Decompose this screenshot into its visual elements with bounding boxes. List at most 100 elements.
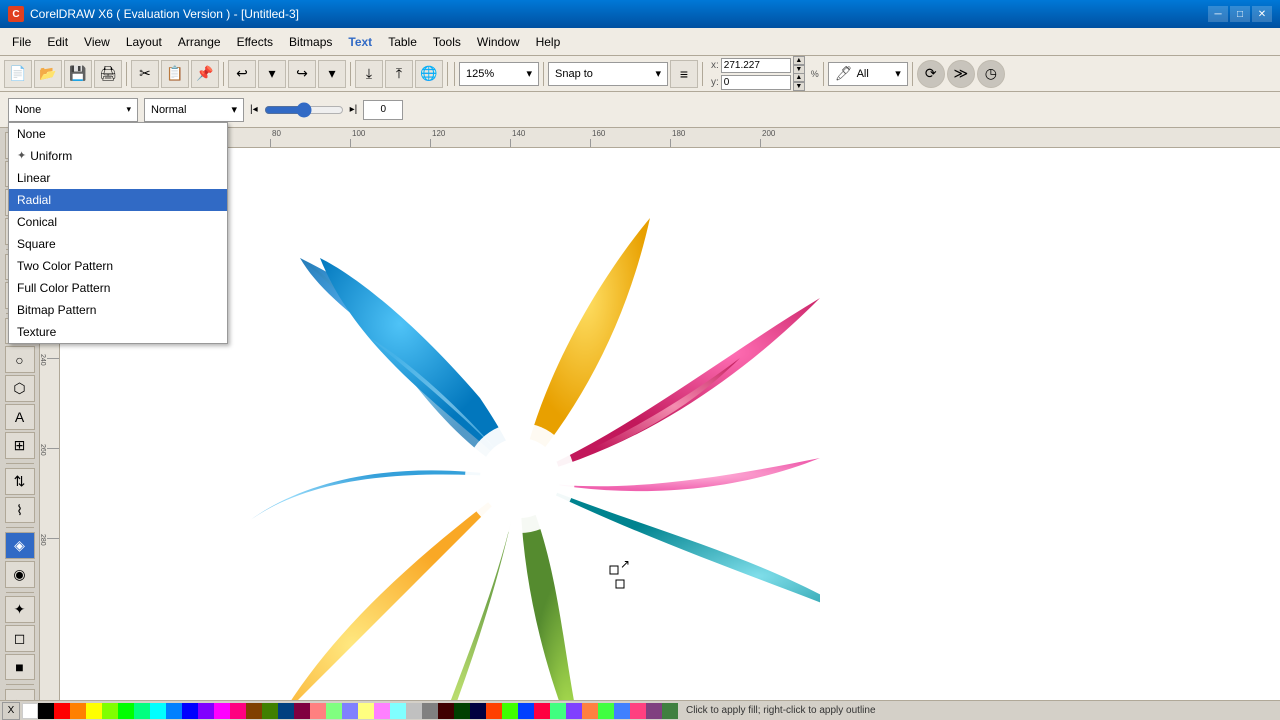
swatch-violet[interactable]: [566, 703, 582, 719]
table-tool[interactable]: ⊞: [5, 432, 35, 459]
swatch-olive[interactable]: [262, 703, 278, 719]
snap-to-dropdown[interactable]: Snap to ▾: [548, 62, 668, 86]
fill-option-square[interactable]: Square: [9, 233, 227, 255]
maximize-button[interactable]: □: [1230, 6, 1250, 22]
swatch-chartreuse[interactable]: [502, 703, 518, 719]
swatch-peach[interactable]: [582, 703, 598, 719]
swatch-coral[interactable]: [486, 703, 502, 719]
minimize-button[interactable]: ─: [1208, 6, 1228, 22]
y-coord-input[interactable]: [721, 75, 791, 90]
swatch-red[interactable]: [54, 703, 70, 719]
undo-button[interactable]: ↩: [228, 60, 256, 88]
interactive-fill-tool[interactable]: ◈: [5, 532, 35, 559]
menu-bitmaps[interactable]: Bitmaps: [281, 31, 340, 53]
menu-arrange[interactable]: Arrange: [170, 31, 229, 53]
menu-layout[interactable]: Layout: [118, 31, 170, 53]
swatch-mint[interactable]: [134, 703, 150, 719]
swatch-periwinkle[interactable]: [614, 703, 630, 719]
menu-table[interactable]: Table: [380, 31, 425, 53]
swatch-yellow[interactable]: [86, 703, 102, 719]
fill-option-radial[interactable]: Radial: [9, 189, 227, 211]
menu-file[interactable]: File: [4, 31, 39, 53]
swatch-magenta[interactable]: [214, 703, 230, 719]
eyedropper-tool[interactable]: ✦: [5, 596, 35, 623]
fill-dropdown-button[interactable]: None ▾: [8, 98, 138, 122]
print-button[interactable]: 🖨: [94, 60, 122, 88]
swatch-dark-blue[interactable]: [470, 703, 486, 719]
y-spin-down[interactable]: ▼: [793, 82, 805, 91]
circle-btn-1[interactable]: ⟳: [917, 60, 945, 88]
swatch-gray[interactable]: [422, 703, 438, 719]
smart-fill-tool[interactable]: ◉: [5, 561, 35, 588]
swatch-light-green[interactable]: [326, 703, 342, 719]
menu-text[interactable]: Text: [340, 31, 380, 53]
fill-option-linear[interactable]: Linear: [9, 167, 227, 189]
color-fill-tool[interactable]: ■: [5, 654, 35, 681]
x-coord-input[interactable]: [721, 58, 791, 73]
x-spin-up[interactable]: ▲: [793, 56, 805, 65]
swatch-blue[interactable]: [182, 703, 198, 719]
swatch-navy[interactable]: [278, 703, 294, 719]
circle-btn-3[interactable]: ◷: [977, 60, 1005, 88]
angle-input[interactable]: [363, 100, 403, 120]
swatch-green[interactable]: [118, 703, 134, 719]
parallel-tool[interactable]: ⇅: [5, 468, 35, 495]
swatch-orange[interactable]: [70, 703, 86, 719]
menu-window[interactable]: Window: [469, 31, 528, 53]
fill-option-texture[interactable]: Texture: [9, 321, 227, 343]
swatch-sky[interactable]: [166, 703, 182, 719]
menu-help[interactable]: Help: [528, 31, 569, 53]
connector-tool[interactable]: ⌇: [5, 497, 35, 524]
import-button[interactable]: ⤓: [355, 60, 383, 88]
no-fill-swatch[interactable]: X: [2, 702, 20, 720]
swatch-silver[interactable]: [406, 703, 422, 719]
menu-edit[interactable]: Edit: [39, 31, 76, 53]
swatch-dark-green[interactable]: [454, 703, 470, 719]
publish-button[interactable]: 🌐: [415, 60, 443, 88]
open-button[interactable]: 📂: [34, 60, 62, 88]
swatch-white[interactable]: [22, 703, 38, 719]
swatch-light-magenta[interactable]: [374, 703, 390, 719]
text-tool[interactable]: A: [5, 404, 35, 431]
save-button[interactable]: 💾: [64, 60, 92, 88]
menu-tools[interactable]: Tools: [425, 31, 469, 53]
fill-option-none[interactable]: None: [9, 123, 227, 145]
swatch-purple[interactable]: [198, 703, 214, 719]
close-button[interactable]: ✕: [1252, 6, 1272, 22]
canvas-page[interactable]: ↗: [60, 148, 1280, 720]
swatch-dark-red[interactable]: [438, 703, 454, 719]
swatch-light-yellow[interactable]: [358, 703, 374, 719]
swatch-plum[interactable]: [646, 703, 662, 719]
swatch-lime[interactable]: [102, 703, 118, 719]
polygon-tool[interactable]: ⬡: [5, 375, 35, 402]
redo-dropdown[interactable]: ▾: [318, 60, 346, 88]
circle-btn-2[interactable]: ≫: [947, 60, 975, 88]
export-button[interactable]: ⤒: [385, 60, 413, 88]
swatch-rose[interactable]: [630, 703, 646, 719]
swatch-royal-blue[interactable]: [518, 703, 534, 719]
snap-options-button[interactable]: ≡: [670, 60, 698, 88]
swatch-sage[interactable]: [662, 703, 678, 719]
redo-button[interactable]: ↪: [288, 60, 316, 88]
swatch-brown[interactable]: [246, 703, 262, 719]
copy-button[interactable]: 📋: [161, 60, 189, 88]
undo-dropdown[interactable]: ▾: [258, 60, 286, 88]
menu-effects[interactable]: Effects: [229, 31, 281, 53]
y-spin-up[interactable]: ▲: [793, 73, 805, 82]
swatch-light-blue[interactable]: [342, 703, 358, 719]
swatch-light-cyan[interactable]: [390, 703, 406, 719]
all-dropdown[interactable]: 🖊 All ▾: [828, 62, 908, 86]
swatch-maroon[interactable]: [294, 703, 310, 719]
swatch-black[interactable]: [38, 703, 54, 719]
ellipse-tool[interactable]: ○: [5, 346, 35, 373]
fill-option-bitmap[interactable]: Bitmap Pattern: [9, 299, 227, 321]
fill-option-two-color[interactable]: Two Color Pattern: [9, 255, 227, 277]
offset-slider[interactable]: [264, 102, 344, 118]
fill-option-uniform[interactable]: ✦ Uniform: [9, 145, 227, 167]
fill-option-conical[interactable]: Conical: [9, 211, 227, 233]
swatch-pink[interactable]: [230, 703, 246, 719]
menu-view[interactable]: View: [76, 31, 118, 53]
swatch-bright-green[interactable]: [598, 703, 614, 719]
cut-button[interactable]: ✂: [131, 60, 159, 88]
outline-tool[interactable]: ◻: [5, 625, 35, 652]
